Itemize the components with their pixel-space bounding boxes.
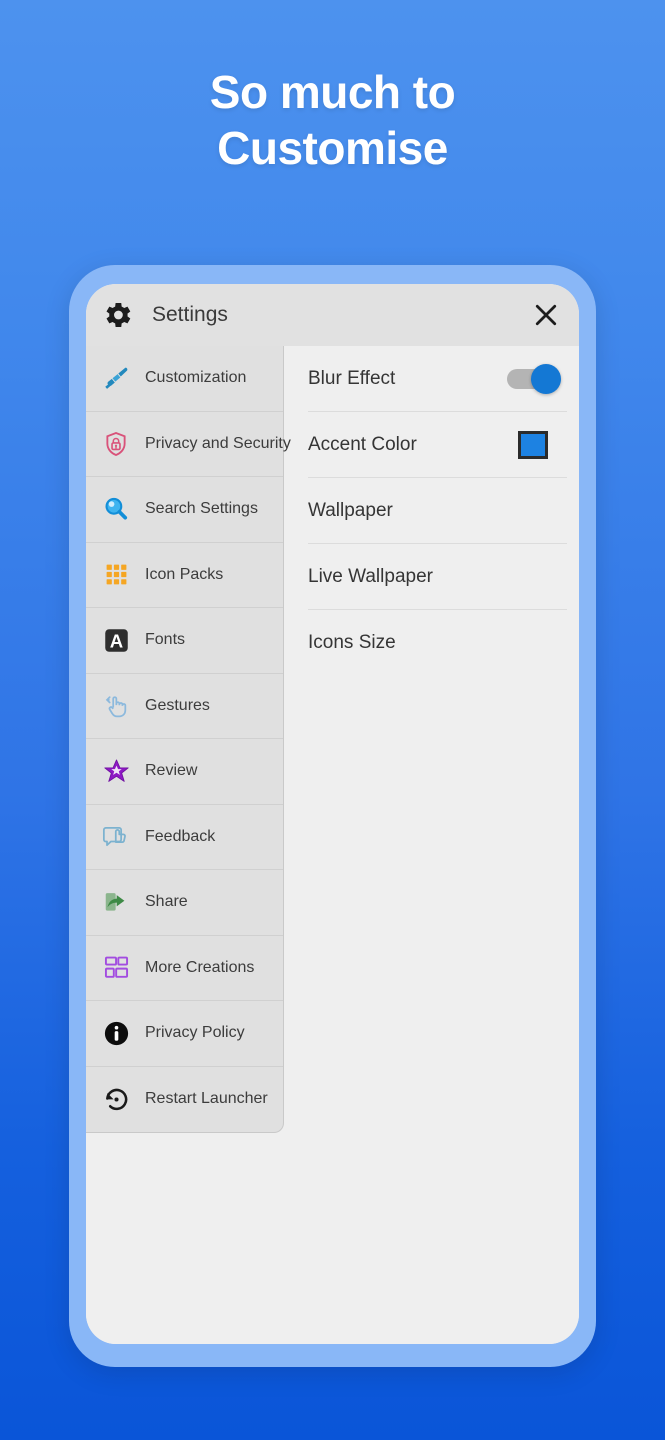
sidebar-item-label: Privacy Policy xyxy=(145,1024,245,1042)
toggle-knob xyxy=(531,363,561,394)
sidebar-item-label: Customization xyxy=(145,369,247,387)
sidebar-item-feedback[interactable]: Feedback xyxy=(86,805,283,870)
setting-label: Wallpaper xyxy=(308,499,393,521)
paintbrush-icon xyxy=(99,361,133,395)
restart-icon xyxy=(99,1082,133,1116)
setting-label: Accent Color xyxy=(308,433,417,455)
setting-row-blur-effect[interactable]: Blur Effect xyxy=(308,346,567,412)
layout-blocks-icon xyxy=(99,951,133,985)
sidebar-item-label: Privacy and Security xyxy=(145,434,291,452)
setting-row-accent-color[interactable]: Accent Color xyxy=(308,412,567,478)
sidebar-item-review[interactable]: Review xyxy=(86,739,283,805)
letter-a-icon: A xyxy=(99,623,133,657)
page-title-line-1: So much to xyxy=(209,66,456,118)
sidebar-item-fonts[interactable]: A Fonts xyxy=(86,608,283,674)
settings-title: Settings xyxy=(152,303,228,326)
close-icon[interactable] xyxy=(531,300,561,330)
sidebar-item-privacy-and-security[interactable]: Privacy and Security xyxy=(86,412,291,477)
sidebar-item-icon-packs[interactable]: Icon Packs xyxy=(86,543,283,608)
sidebar-item-gestures[interactable]: Gestures xyxy=(86,674,283,739)
blur-effect-toggle[interactable] xyxy=(507,363,561,394)
settings-titlebar: Settings xyxy=(86,284,579,346)
sidebar-item-label: Review xyxy=(145,762,198,780)
setting-label: Live Wallpaper xyxy=(308,565,433,587)
shield-lock-icon xyxy=(99,427,133,461)
phone-mockup: Settings Customization Privacy and Secur… xyxy=(69,265,596,1367)
thumbs-up-icon xyxy=(99,820,133,854)
magnifier-icon xyxy=(99,492,133,526)
info-circle-icon xyxy=(99,1016,133,1050)
sidebar-item-share[interactable]: Share xyxy=(86,870,283,936)
hand-gesture-icon xyxy=(99,689,133,723)
sidebar-item-search-settings[interactable]: Search Settings xyxy=(86,477,283,543)
settings-panel: Blur Effect Accent Color Wallpaper Live … xyxy=(284,346,579,1344)
page-title: So much to Customise xyxy=(0,64,665,176)
setting-label: Icons Size xyxy=(308,632,396,653)
sidebar-item-label: More Creations xyxy=(145,958,255,976)
sidebar-item-more-creations[interactable]: More Creations xyxy=(86,936,283,1001)
sidebar-item-label: Gestures xyxy=(145,696,210,714)
share-arrow-icon xyxy=(99,885,133,919)
gear-icon xyxy=(106,302,131,328)
settings-sidebar: Customization Privacy and Security Searc… xyxy=(86,346,291,1133)
phone-screen: Settings Customization Privacy and Secur… xyxy=(86,284,579,1344)
sidebar-item-privacy-policy[interactable]: Privacy Policy xyxy=(86,1001,283,1067)
sidebar-item-label: Fonts xyxy=(145,631,186,649)
setting-row-wallpaper[interactable]: Wallpaper xyxy=(308,478,567,544)
sidebar-item-label: Search Settings xyxy=(145,500,258,518)
sidebar-item-label: Restart Launcher xyxy=(145,1090,268,1108)
sidebar-item-customization[interactable]: Customization xyxy=(86,346,283,412)
setting-row-live-wallpaper[interactable]: Live Wallpaper xyxy=(308,544,567,610)
sidebar-item-label: Share xyxy=(145,893,188,911)
page-title-line-2: Customise xyxy=(217,122,448,175)
grid-icon xyxy=(99,558,133,592)
sidebar-item-restart-launcher[interactable]: Restart Launcher xyxy=(86,1067,283,1133)
sidebar-item-label: Feedback xyxy=(145,827,216,845)
star-icon xyxy=(99,754,133,788)
svg-text:A: A xyxy=(109,630,122,651)
accent-color-swatch[interactable] xyxy=(518,430,548,459)
setting-label: Blur Effect xyxy=(308,367,396,389)
sidebar-item-label: Icon Packs xyxy=(145,565,224,583)
settings-content: Customization Privacy and Security Searc… xyxy=(86,346,579,1344)
setting-row-icons-size[interactable]: Icons Size xyxy=(308,610,567,676)
